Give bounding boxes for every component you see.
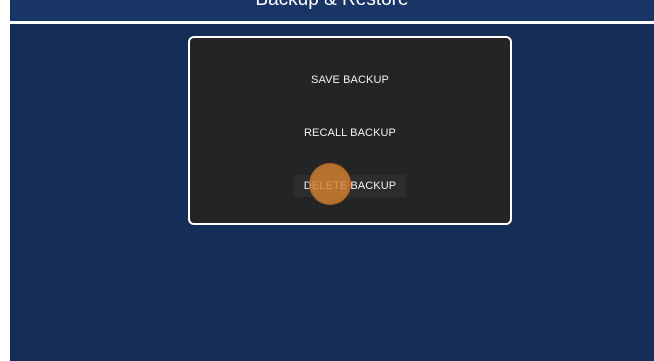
title-bar: Backup & Restore <box>10 0 654 24</box>
delete-backup-button[interactable]: DELETE BACKUP <box>293 175 407 197</box>
save-backup-button[interactable]: SAVE BACKUP <box>301 69 399 91</box>
screen-area: Backup & Restore SAVE BACKUP RECALL BACK… <box>10 0 654 361</box>
backup-dialog: SAVE BACKUP RECALL BACKUP DELETE BACKUP <box>188 36 512 225</box>
page-title: Backup & Restore <box>10 0 654 11</box>
recall-backup-button[interactable]: RECALL BACKUP <box>294 122 406 144</box>
